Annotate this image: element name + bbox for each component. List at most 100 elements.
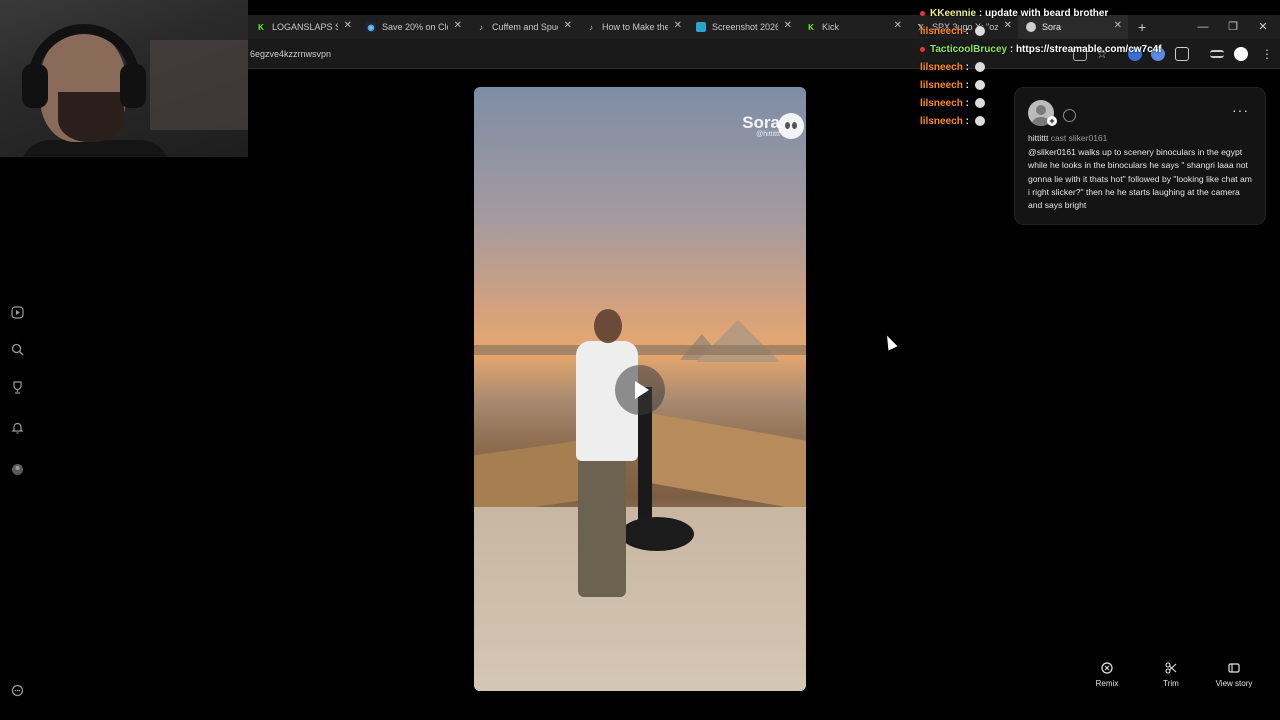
headphone-cup-left	[22, 64, 48, 108]
sora-watermark: Sora @hittittt	[742, 113, 804, 139]
search-icon[interactable]	[10, 342, 24, 356]
browser-tab[interactable]: ♪ How to Make the ✕	[578, 15, 688, 39]
remix-icon	[1101, 662, 1113, 674]
chat-message: lilsneech :	[920, 116, 985, 127]
profile-icon[interactable]	[10, 462, 24, 476]
chat-username: TacticoolBrucey	[930, 44, 1008, 55]
bell-icon[interactable]	[10, 420, 24, 434]
close-window-icon[interactable]: ✕	[1248, 15, 1278, 39]
close-tab-icon[interactable]: ✕	[344, 20, 352, 31]
tab-label: Cuffem and Spud	[492, 22, 558, 32]
close-tab-icon[interactable]: ✕	[674, 20, 682, 31]
play-button[interactable]	[615, 365, 665, 415]
person-figure	[566, 309, 638, 609]
tab-label: Sora	[1042, 22, 1062, 32]
person-head	[594, 309, 622, 343]
background-shelf	[150, 40, 248, 130]
tab-label: Kick	[822, 22, 840, 32]
chat-text: update with beard brother	[985, 8, 1109, 19]
author-name[interactable]: hittittt	[1028, 133, 1048, 143]
kick-icon: K	[258, 22, 264, 32]
image-icon	[696, 22, 706, 32]
cast-info: cast sliker0161	[1050, 133, 1108, 143]
play-icon[interactable]	[10, 305, 24, 319]
video-player[interactable]: Sora @hittittt	[474, 87, 806, 691]
chat-message: lilsneech :	[920, 26, 985, 37]
close-tab-icon[interactable]: ✕	[564, 20, 572, 31]
more-options-icon[interactable]: ···	[1232, 102, 1249, 118]
stone-wall-right	[644, 412, 806, 512]
url-field[interactable]: 6egzve4kzzrnwsvpn	[250, 49, 331, 59]
tiktok-icon: ♪	[479, 22, 483, 32]
badge-icon	[920, 46, 925, 52]
chat-username: lilsneech	[920, 62, 963, 73]
tab-label: Save 20% on Clo	[382, 22, 448, 32]
chat-message: KKeennie : update with beard brother	[920, 8, 1108, 19]
tiktok-icon: ♪	[589, 22, 593, 32]
chat-username: lilsneech	[920, 26, 963, 37]
tab-label: Screenshot 2026	[712, 22, 778, 32]
emote-icon	[974, 26, 985, 37]
emote-icon	[974, 98, 985, 109]
card-meta: hittittt cast sliker0161	[1028, 133, 1107, 143]
chat-message: lilsneech :	[920, 80, 985, 91]
prompt-text: @sliker0161 walks up to scenery binocula…	[1028, 147, 1252, 211]
steam-icon: ◉	[366, 22, 376, 32]
browser-tab[interactable]: K Kick ✕	[798, 15, 908, 39]
sora-ghost-icon	[778, 113, 804, 139]
close-tab-icon[interactable]: ✕	[454, 20, 462, 31]
trophy-icon[interactable]	[10, 380, 24, 394]
browser-tab[interactable]: ♪ Cuffem and Spud ✕	[468, 15, 578, 39]
restore-icon[interactable]: ❐	[1218, 15, 1248, 39]
cameo-avatar-icon[interactable]	[1063, 109, 1076, 122]
remix-button[interactable]: Remix	[1082, 662, 1132, 688]
remix-label: Remix	[1095, 679, 1119, 688]
close-tab-icon[interactable]: ✕	[1114, 20, 1122, 31]
view-story-button[interactable]: View story	[1209, 662, 1259, 688]
pyramid	[696, 320, 780, 362]
webcam-overlay	[0, 0, 248, 157]
chat-message: lilsneech :	[920, 98, 985, 109]
profile-avatar-icon[interactable]	[1234, 47, 1248, 61]
scissors-icon	[1165, 662, 1177, 674]
kick-icon: K	[808, 22, 814, 32]
new-tab-icon[interactable]: +	[1138, 15, 1146, 39]
view-story-label: View story	[1215, 679, 1253, 688]
browser-tabbar: K LOGANSLAPS Str ✕ ◉ Save 20% on Clo ✕ ♪…	[248, 15, 1280, 39]
chat-text: https://streamable.com/cw7c4f	[1015, 44, 1162, 55]
browser-tab[interactable]: K LOGANSLAPS Str ✕	[248, 15, 358, 39]
chat-username: lilsneech	[920, 80, 963, 91]
trim-label: Trim	[1163, 679, 1179, 688]
story-icon	[1228, 663, 1240, 673]
chat-username: lilsneech	[920, 116, 963, 127]
media-icon[interactable]	[1210, 50, 1224, 58]
close-tab-icon[interactable]: ✕	[1004, 20, 1012, 31]
minimize-icon[interactable]: —	[1188, 15, 1218, 39]
sora-icon	[1026, 22, 1036, 32]
emote-icon	[974, 62, 985, 73]
mouse-cursor	[882, 333, 898, 351]
headphone-cup-right	[120, 64, 146, 108]
horizon	[474, 345, 806, 355]
emote-icon	[974, 80, 985, 91]
close-tab-icon[interactable]: ✕	[894, 20, 902, 31]
badge-icon	[920, 10, 925, 16]
chat-message: lilsneech :	[920, 62, 985, 73]
streamer-shirt	[20, 140, 170, 157]
puzzle-icon[interactable]	[1175, 47, 1189, 61]
menu-icon[interactable]: ⋮	[1260, 47, 1274, 61]
tab-label: How to Make the	[602, 22, 668, 32]
browser-tab[interactable]: Screenshot 2026 ✕	[688, 15, 798, 39]
person-legs	[578, 457, 626, 597]
tab-label: LOGANSLAPS Str	[272, 22, 338, 32]
chat-message: TacticoolBrucey : https://streamable.com…	[920, 44, 1162, 55]
trim-button[interactable]: Trim	[1146, 662, 1196, 688]
prompt-card: + ··· hittittt cast sliker0161 @sliker01…	[1014, 87, 1266, 225]
settings-icon[interactable]	[10, 683, 24, 697]
chat-username: KKeennie	[930, 8, 977, 19]
chat-username: lilsneech	[920, 98, 963, 109]
close-tab-icon[interactable]: ✕	[784, 20, 792, 31]
sora-wordmark: Sora	[742, 113, 780, 132]
browser-tab[interactable]: ◉ Save 20% on Clo ✕	[358, 15, 468, 39]
follow-plus-icon[interactable]: +	[1047, 116, 1057, 126]
